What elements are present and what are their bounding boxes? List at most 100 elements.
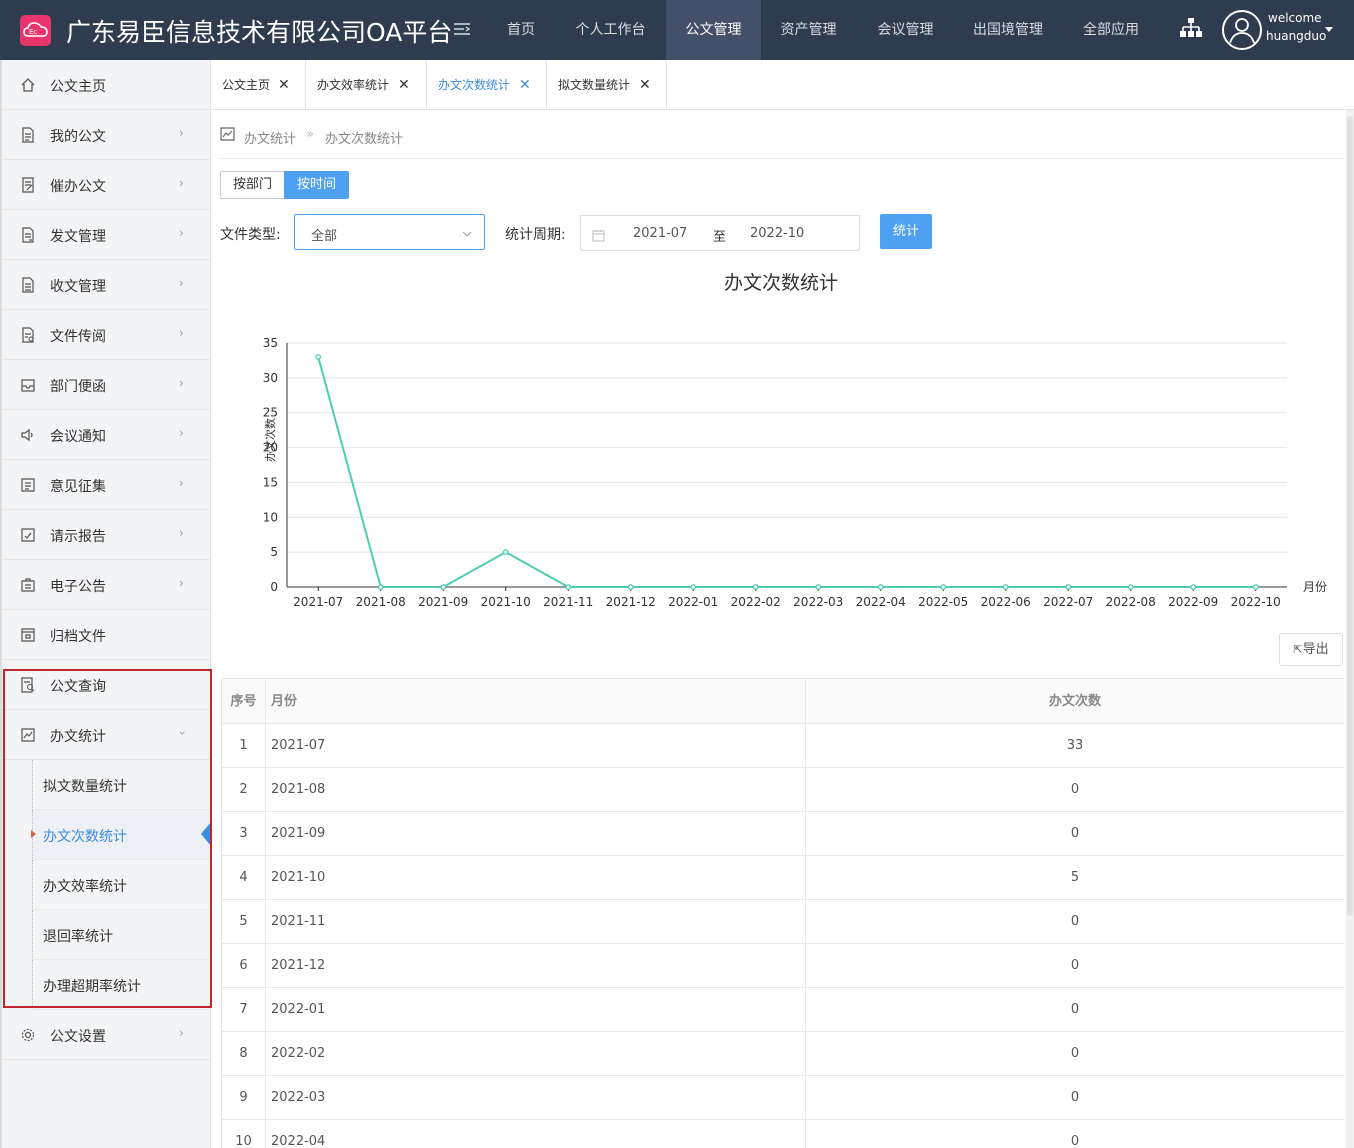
sidebar-item-archive[interactable]: 归档文件 bbox=[2, 610, 211, 660]
chevron-right-icon: › bbox=[179, 126, 184, 140]
x-tick-label: 2022-03 bbox=[793, 595, 843, 609]
chart-ylabel: 办文次数 bbox=[263, 418, 277, 462]
data-point[interactable] bbox=[1002, 584, 1009, 590]
sidebar-sub-draft-count[interactable]: 拟文数量统计 bbox=[32, 760, 211, 810]
bulletin-icon bbox=[20, 577, 36, 597]
sidebar-item-my-documents[interactable]: 我的公文 › bbox=[2, 110, 211, 160]
sidebar-item-report[interactable]: 请示报告 › bbox=[2, 510, 211, 560]
data-point[interactable] bbox=[877, 584, 884, 590]
receive-document-icon bbox=[20, 277, 36, 297]
chevron-right-icon: › bbox=[179, 476, 184, 490]
inbox-icon bbox=[20, 377, 36, 397]
sidebar-sub-return-rate[interactable]: 退回率统计 bbox=[32, 910, 211, 960]
close-icon[interactable]: ✕ bbox=[519, 60, 531, 110]
group-by-department-button[interactable]: 按部门 bbox=[220, 171, 285, 199]
search-document-icon bbox=[20, 677, 36, 697]
data-point[interactable] bbox=[815, 584, 822, 590]
data-point[interactable] bbox=[565, 584, 572, 590]
sidebar-item-incoming[interactable]: 收文管理 › bbox=[2, 260, 211, 310]
table-cell-month: 2021-08 bbox=[266, 768, 806, 811]
tab-handle-count-stats[interactable]: 办文次数统计 ✕ bbox=[427, 60, 547, 110]
table-cell-month: 2021-07 bbox=[266, 724, 806, 767]
table-cell-count: 0 bbox=[806, 1076, 1344, 1119]
nav-asset-management[interactable]: 资产管理 bbox=[761, 0, 856, 60]
sidebar-sub-label: 退回率统计 bbox=[43, 929, 113, 945]
data-point[interactable] bbox=[440, 584, 447, 590]
sidebar-item-statistics[interactable]: 办文统计 › bbox=[2, 710, 211, 760]
statistics-button[interactable]: 统计 bbox=[880, 214, 932, 249]
sidebar-item-settings[interactable]: 公文设置 › bbox=[2, 1010, 211, 1060]
sidebar-item-bulletin[interactable]: 电子公告 › bbox=[2, 560, 211, 610]
table-row: 5 2021-11 0 bbox=[222, 900, 1344, 944]
data-point[interactable] bbox=[940, 584, 947, 590]
file-type-select[interactable]: 全部 bbox=[294, 214, 485, 250]
table-cell-index: 5 bbox=[222, 900, 266, 943]
data-point[interactable] bbox=[377, 584, 384, 590]
data-point[interactable] bbox=[1252, 584, 1259, 590]
chart-icon bbox=[220, 127, 235, 145]
data-point[interactable] bbox=[502, 549, 509, 555]
nav-workbench[interactable]: 个人工作台 bbox=[563, 0, 658, 60]
caret-right-icon bbox=[31, 830, 36, 838]
table-row: 3 2021-09 0 bbox=[222, 812, 1344, 856]
chevron-down-icon[interactable] bbox=[1325, 27, 1333, 32]
data-point[interactable] bbox=[752, 584, 759, 590]
sidebar-item-meeting-notice[interactable]: 会议通知 › bbox=[2, 410, 211, 460]
chart-title: 办文次数统计 bbox=[724, 272, 838, 294]
x-tick-label: 2022-04 bbox=[856, 595, 906, 609]
y-tick-label: 10 bbox=[263, 510, 278, 524]
org-chart-icon[interactable] bbox=[1180, 17, 1202, 43]
sidebar-sub-overdue-rate[interactable]: 办理超期率统计 bbox=[32, 960, 211, 1010]
nav-home[interactable]: 首页 bbox=[487, 0, 555, 60]
tab-draft-count-stats[interactable]: 拟文数量统计 ✕ bbox=[547, 60, 667, 110]
sidebar-item-label: 部门便函 bbox=[50, 379, 106, 395]
period-range-picker[interactable]: 2021-07 至 2022-10 bbox=[580, 215, 860, 251]
table-cell-index: 4 bbox=[222, 856, 266, 899]
table-cell-index: 9 bbox=[222, 1076, 266, 1119]
close-icon[interactable]: ✕ bbox=[278, 60, 290, 110]
group-by-time-button[interactable]: 按时间 bbox=[284, 171, 349, 199]
table-cell-month: 2021-11 bbox=[266, 900, 806, 943]
sidebar-item-urge-documents[interactable]: 催办公文 › bbox=[2, 160, 211, 210]
nav-meeting-management[interactable]: 会议管理 bbox=[858, 0, 953, 60]
close-icon[interactable]: ✕ bbox=[639, 60, 651, 110]
nav-document-management[interactable]: 公文管理 bbox=[666, 0, 761, 60]
scrollbar-thumb[interactable] bbox=[1347, 116, 1353, 916]
sidebar-sub-efficiency[interactable]: 办文效率统计 bbox=[32, 860, 211, 910]
table-cell-month: 2022-01 bbox=[266, 988, 806, 1031]
data-point[interactable] bbox=[690, 584, 697, 590]
table-cell-index: 8 bbox=[222, 1032, 266, 1075]
period-end[interactable]: 2022-10 bbox=[750, 226, 804, 241]
breadcrumb-parent[interactable]: 办文统计 bbox=[244, 128, 296, 147]
close-icon[interactable]: ✕ bbox=[398, 60, 410, 110]
data-point[interactable] bbox=[1127, 584, 1134, 590]
sidebar-item-feedback[interactable]: 意见征集 › bbox=[2, 460, 211, 510]
nav-travel-management[interactable]: 出国境管理 bbox=[958, 0, 1058, 60]
sidebar-item-circulate[interactable]: 文件传阅 › bbox=[2, 310, 211, 360]
sidebar-item-home[interactable]: 公文主页 bbox=[2, 60, 211, 110]
table-cell-count: 0 bbox=[806, 988, 1344, 1031]
tab-document-home[interactable]: 公文主页 ✕ bbox=[211, 60, 306, 110]
x-tick-label: 2021-12 bbox=[606, 595, 656, 609]
sidebar-sub-handle-count[interactable]: 办文次数统计 bbox=[32, 810, 211, 860]
sidebar-item-department-memo[interactable]: 部门便函 › bbox=[2, 360, 211, 410]
sidebar-item-label: 公文设置 bbox=[50, 1029, 106, 1045]
data-point[interactable] bbox=[1065, 584, 1072, 590]
period-start[interactable]: 2021-07 bbox=[633, 226, 687, 241]
circulate-icon bbox=[20, 327, 36, 347]
tab-efficiency-stats[interactable]: 办文效率统计 ✕ bbox=[306, 60, 427, 110]
table-row: 6 2021-12 0 bbox=[222, 944, 1344, 988]
chevron-right-icon: › bbox=[179, 326, 184, 340]
menu-toggle-icon[interactable] bbox=[453, 22, 471, 42]
export-button[interactable]: ⇱导出 bbox=[1279, 633, 1343, 666]
table-header-count: 办文次数 bbox=[806, 679, 1344, 723]
data-point[interactable] bbox=[315, 354, 322, 360]
avatar[interactable] bbox=[1222, 10, 1262, 50]
data-point[interactable] bbox=[627, 584, 634, 590]
nav-all-apps[interactable]: 全部应用 bbox=[1066, 0, 1156, 60]
sidebar-item-outgoing[interactable]: 发文管理 › bbox=[2, 210, 211, 260]
sidebar-item-search[interactable]: 公文查询 bbox=[2, 660, 211, 710]
period-label: 统计周期: bbox=[505, 227, 566, 243]
data-point[interactable] bbox=[1190, 584, 1197, 590]
username[interactable]: huangduo bbox=[1266, 29, 1326, 43]
